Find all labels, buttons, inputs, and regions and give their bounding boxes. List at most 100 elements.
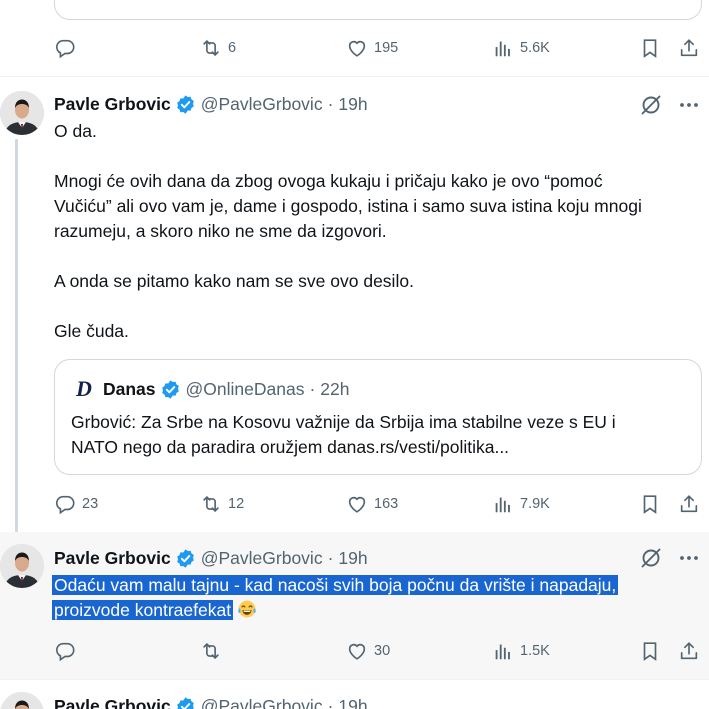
avatar-image [0,91,44,135]
bookmark-button[interactable] [639,640,661,662]
view-count: 5.6K [520,40,550,56]
author-name[interactable]: Pavle Grbovic [54,696,171,709]
verified-badge-icon[interactable] [175,548,196,569]
top-tweet[interactable]: 6 195 5.6K [0,0,709,76]
quote-header: D Danas @OnlineDanas · 22h [73,376,350,401]
tweet-top-actions [639,93,701,117]
reply-button[interactable]: 23 [54,493,98,515]
views-button[interactable]: 5.6K [492,37,550,59]
author-name[interactable]: Pavle Grbovic [54,548,171,569]
tweet-line: O da. [54,121,97,141]
tweet-actions: 30 1.5K [54,639,704,663]
avatar-image [0,692,44,709]
retweet-button[interactable] [200,640,222,662]
grok-icon[interactable] [639,93,663,117]
tweet-top-actions [639,546,701,570]
tweet[interactable]: Pavle Grbovic @PavleGrbovic · 19h O da. … [0,77,709,532]
like-button[interactable]: 163 [346,493,398,515]
author-handle[interactable]: @PavleGrbovic [201,696,323,709]
like-button[interactable]: 30 [346,640,390,662]
avatar[interactable] [0,544,44,588]
tweet-time[interactable]: 19h [338,548,367,569]
verified-badge-icon [160,379,181,400]
heart-icon [346,493,368,515]
verified-badge-icon[interactable] [175,696,196,709]
tweet-line: A onda se pitamo kako nam se sve ovo des… [54,271,414,291]
author-handle[interactable]: @PavleGrbovic [201,548,323,569]
tweet-header: Pavle Grbovic @PavleGrbovic · 19h [54,694,368,709]
bookmark-icon [639,493,661,515]
thread-line [15,139,18,532]
share-button[interactable] [678,493,700,515]
quote-author-name: Danas [103,378,156,399]
bookmark-button[interactable] [639,37,661,59]
views-icon [492,37,514,59]
bookmark-icon [639,640,661,662]
views-button[interactable]: 1.5K [492,640,550,662]
views-icon [492,493,514,515]
tweet[interactable]: Pavle Grbovic @PavleGrbovic · 19h Odaću … [0,532,709,679]
retweet-button[interactable]: 6 [200,37,236,59]
quote-text: Grbović: Za Srbe na Kosovu važnije da Sr… [71,410,691,460]
tweet-header: Pavle Grbovic @PavleGrbovic · 19h [54,546,368,570]
tweet[interactable]: Pavle Grbovic @PavleGrbovic · 19h [0,680,709,709]
laughing-emoji-icon [237,599,257,619]
bookmark-icon [639,37,661,59]
retweet-icon [200,37,222,59]
share-button[interactable] [678,640,700,662]
reply-button[interactable] [54,37,76,59]
tweet-text: O da. Mnogi će ovih dana da zbog ovoga k… [54,119,704,344]
bookmark-button[interactable] [639,493,661,515]
more-options-icon[interactable] [677,546,701,570]
tweet-time[interactable]: 19h [338,696,367,709]
tweet-line: Gle čuda. [54,321,129,341]
heart-icon [346,640,368,662]
quoted-tweet[interactable]: D Danas @OnlineDanas · 22h Grbović: Za S… [54,359,702,475]
quote-line: Grbović: Za Srbe na Kosovu važnije da Sr… [71,412,616,432]
retweet-icon [200,493,222,515]
separator-dot: · [309,378,316,399]
retweet-button[interactable]: 12 [200,493,244,515]
more-options-icon[interactable] [677,93,701,117]
danas-logo-icon: D [76,376,92,401]
tweet-line: razumeju, a skoro niko ne sme da izgovor… [54,221,387,241]
share-icon [678,640,700,662]
retweet-icon [200,640,222,662]
tweet-line: Vučiću” ali ovo vam je, dame i gospodo, … [54,196,642,216]
reply-count: 23 [82,496,99,512]
author-handle[interactable]: @PavleGrbovic [201,94,323,115]
verified-badge-icon[interactable] [175,94,196,115]
reply-icon [54,37,76,59]
tweet-text: Odaću vam malu tajnu - kad nacoši svih b… [52,573,707,623]
tweet-header: Pavle Grbovic @PavleGrbovic · 19h [54,92,368,116]
share-button[interactable] [678,37,700,59]
heart-icon [346,37,368,59]
views-icon [492,640,514,662]
tweet-actions: 6 195 5.6K [54,36,704,60]
like-button[interactable]: 195 [346,37,398,59]
share-icon [678,37,700,59]
view-count: 1.5K [520,643,550,659]
avatar[interactable] [0,91,44,135]
like-count: 30 [374,643,391,659]
share-icon [678,493,700,515]
like-count: 163 [374,496,399,512]
views-button[interactable]: 7.9K [492,493,550,515]
grok-icon[interactable] [639,546,663,570]
author-name[interactable]: Pavle Grbovic [54,94,171,115]
separator-dot: · [327,547,334,568]
avatar-image [0,544,44,588]
reply-button[interactable] [54,640,76,662]
tweet-time[interactable]: 19h [338,94,367,115]
avatar[interactable] [0,692,44,709]
quote-card-bottom[interactable] [54,0,702,20]
separator-dot: · [327,93,334,114]
quote-time: 22h [320,378,350,399]
quote-author-handle: @OnlineDanas [185,378,305,399]
like-count: 195 [374,40,399,56]
reply-icon [54,493,76,515]
retweet-count: 6 [228,40,237,56]
retweet-count: 12 [228,496,245,512]
view-count: 7.9K [520,496,550,512]
reply-icon [54,640,76,662]
